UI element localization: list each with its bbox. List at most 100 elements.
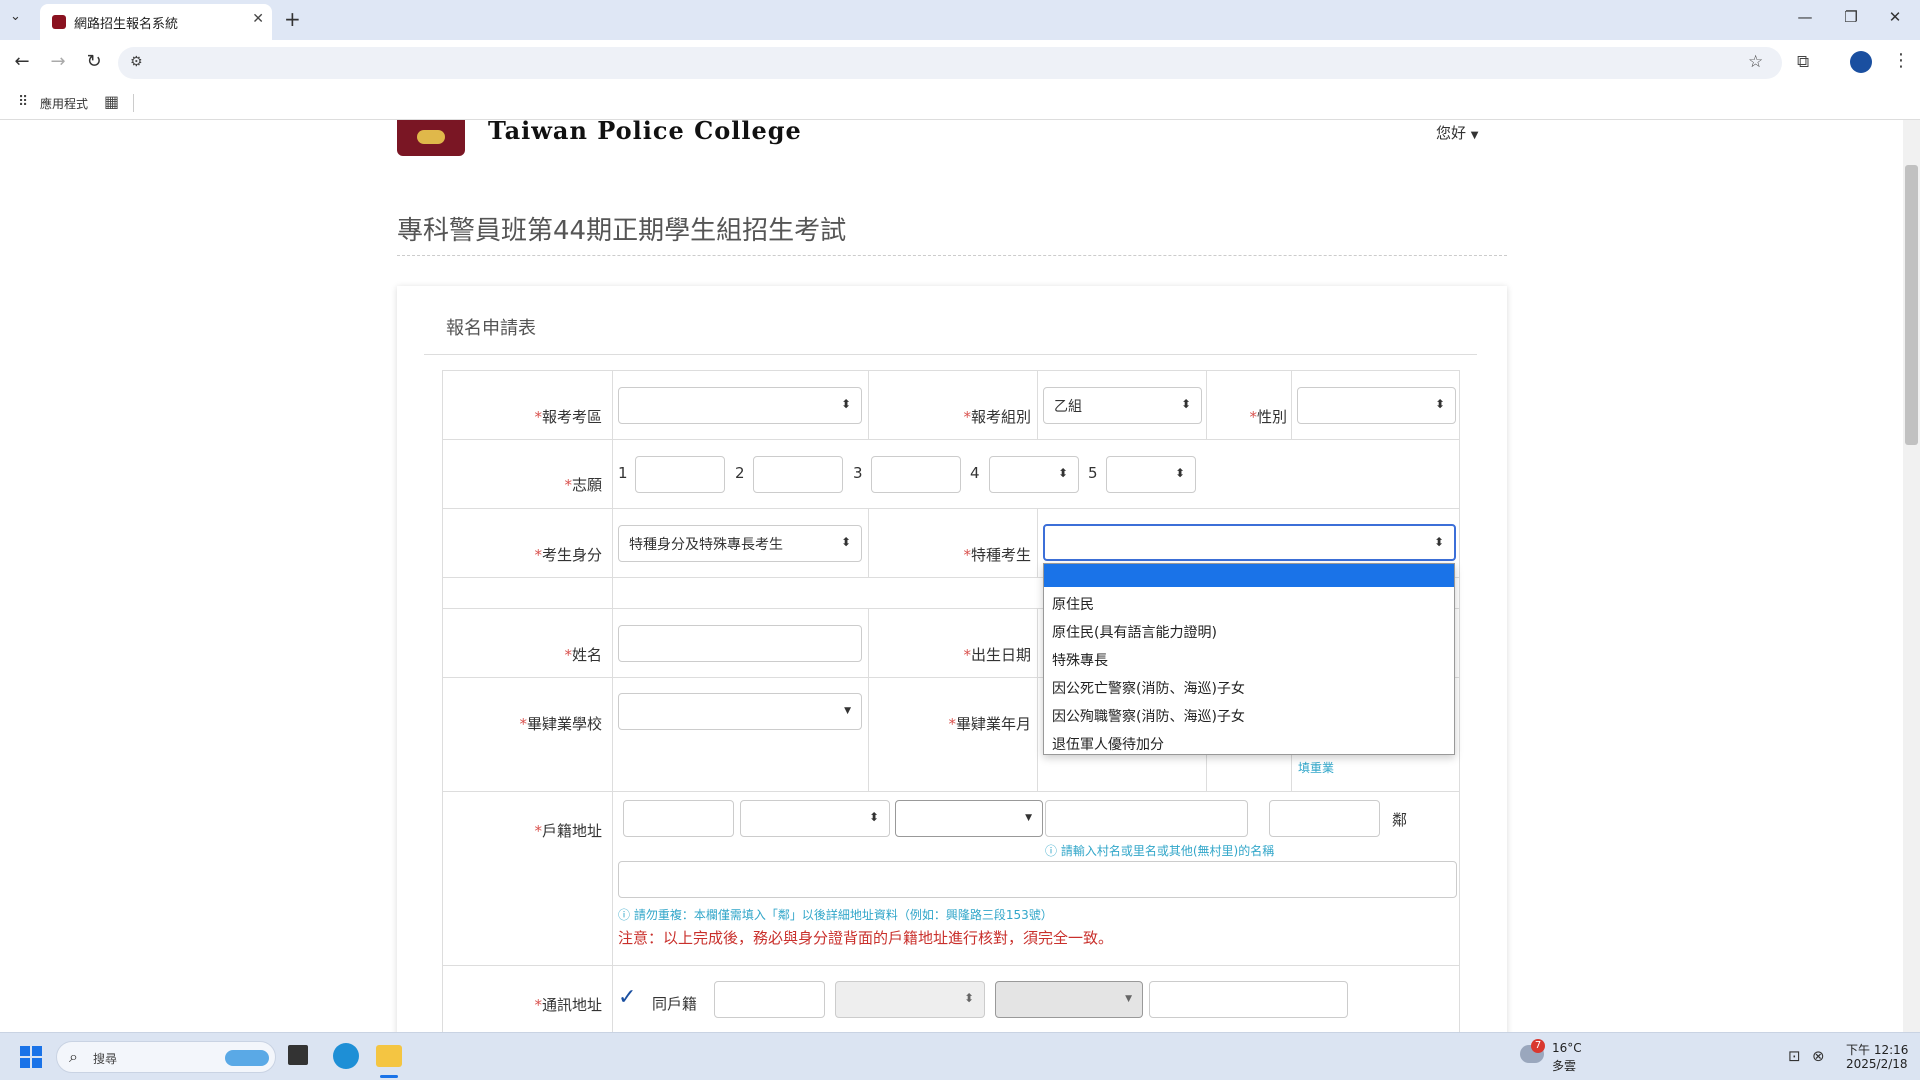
identity-select[interactable]: 特種身分及特殊專長考生 ⬍ — [618, 525, 862, 562]
zipcode-input[interactable] — [623, 800, 734, 837]
exam-area-select[interactable]: ⬍ — [618, 387, 862, 424]
same-household-checkbox[interactable]: ✓ — [618, 985, 636, 1010]
district-select[interactable]: ▼ — [895, 800, 1043, 837]
gender-label: *性別 — [1249, 408, 1287, 426]
reload-button[interactable]: ↻ — [82, 51, 106, 72]
grad-date-label: *畢肄業年月 — [948, 715, 1031, 733]
minimize-button[interactable]: — — [1790, 8, 1820, 26]
preference-number: 2 — [735, 464, 745, 482]
school-select[interactable]: ▼ — [618, 693, 862, 730]
dropdown-option[interactable]: 因公殉職警察(消防、海巡)子女 — [1052, 706, 1245, 726]
tab-close-icon[interactable]: ✕ — [252, 11, 264, 27]
preference-number: 4 — [970, 464, 980, 482]
dropdown-option[interactable]: 退伍軍人優待加分 — [1052, 734, 1164, 754]
weather-temp: 16°C — [1552, 1041, 1582, 1055]
preference-2-input[interactable] — [753, 456, 843, 493]
mailing-district-select[interactable]: ▼ — [995, 981, 1143, 1018]
grad-link[interactable]: 填重業 — [1298, 759, 1334, 776]
special-select[interactable]: ⬍ — [1043, 524, 1456, 561]
bookmarks-bar: ⠿ 應用程式 ▦ — [0, 86, 1920, 120]
select-arrows-icon: ⬍ — [963, 991, 974, 1005]
search-highlight-icon — [225, 1050, 269, 1066]
tab-search-chevron-icon[interactable]: ⌄ — [10, 9, 21, 24]
address-warning: 注意：以上完成後，務必與身分證背面的戶籍地址進行核對，須完全一致。 — [618, 929, 1114, 947]
identity-label: *考生身分 — [534, 546, 602, 564]
active-tab[interactable]: 網路招生報名系統 ✕ — [40, 4, 272, 40]
user-menu[interactable]: 您好 ▼ — [1436, 122, 1479, 143]
dropdown-option[interactable]: 因公死亡警察(消防、海巡)子女 — [1052, 678, 1245, 698]
apps-grid-icon[interactable]: ⠿ — [18, 94, 28, 110]
row-line — [443, 439, 1459, 440]
address-bar[interactable]: ⚙ ☆ — [118, 47, 1782, 79]
gender-select[interactable]: ⬍ — [1297, 387, 1456, 424]
mailing-zipcode-input[interactable] — [714, 981, 825, 1018]
preference-number: 3 — [853, 464, 863, 482]
col-line — [1037, 371, 1038, 439]
col-line — [868, 608, 869, 791]
dropdown-option[interactable]: 原住民 — [1052, 594, 1094, 614]
dropdown-option[interactable]: 原住民(具有語言能力證明) — [1052, 622, 1217, 642]
new-tab-button[interactable]: + — [284, 7, 301, 31]
caret-down-icon: ▼ — [1470, 130, 1479, 141]
windows-start-icon[interactable] — [20, 1046, 42, 1068]
neighborhood-input[interactable] — [1269, 800, 1380, 837]
neighborhood-suffix: 鄰 — [1392, 811, 1408, 829]
browser-menu-icon[interactable]: ⋮ — [1892, 50, 1910, 71]
edge-browser-icon[interactable] — [333, 1043, 359, 1069]
taskbar: ⌕ 搜尋 7 16°C 多雲 ⊡ ⊗ 下午 12:16 2025/2/18 — [0, 1032, 1920, 1080]
close-window-button[interactable]: ✕ — [1880, 8, 1910, 26]
taskbar-search-box[interactable]: ⌕ 搜尋 — [56, 1041, 276, 1073]
birth-label: *出生日期 — [963, 646, 1031, 664]
address-hint: ⓘ 請勿重複：本欄僅需填入「鄰」以後詳細地址資料（例如：興隆路三段153號） — [618, 908, 1053, 922]
site-info-icon[interactable]: ⚙ — [130, 54, 143, 70]
mailing-address-label: *通訊地址 — [534, 996, 602, 1014]
exam-group-select[interactable]: 乙組 ⬍ — [1043, 387, 1202, 424]
select-arrows-icon: ⬍ — [1057, 466, 1068, 480]
row-line — [443, 965, 1459, 966]
weather-desc: 多雲 — [1552, 1059, 1577, 1073]
dropdown-option[interactable]: 特殊專長 — [1052, 650, 1108, 670]
col-line — [1206, 371, 1207, 439]
scrollbar-thumb[interactable] — [1905, 165, 1918, 445]
preference-5-select[interactable]: ⬍ — [1106, 456, 1196, 493]
chevron-down-icon: ▼ — [1025, 813, 1032, 823]
select-arrows-icon: ⬍ — [1174, 466, 1185, 480]
detail-address-input[interactable] — [618, 861, 1457, 898]
apps-shortcut[interactable]: 應用程式 — [40, 95, 88, 112]
task-view-icon[interactable] — [288, 1045, 308, 1065]
profile-icon[interactable] — [1850, 51, 1872, 73]
file-explorer-icon[interactable] — [376, 1045, 402, 1067]
chevron-down-icon: ▼ — [1125, 994, 1132, 1004]
select-arrows-icon: ⬍ — [1434, 397, 1445, 411]
back-button[interactable]: ← — [10, 51, 34, 72]
college-logo — [397, 120, 465, 156]
restore-button[interactable]: ❐ — [1836, 8, 1866, 26]
col-line — [1037, 608, 1038, 791]
tab-groups-icon[interactable]: ▦ — [104, 92, 119, 111]
explorer-active-indicator — [380, 1075, 398, 1078]
exam-group-label: *報考組別 — [963, 408, 1031, 426]
village-input[interactable] — [1045, 800, 1248, 837]
logo-emblem-icon — [417, 130, 445, 144]
exam-area-label: *報考考區 — [534, 408, 602, 426]
forward-button[interactable]: → — [46, 51, 70, 72]
preference-4-select[interactable]: ⬍ — [989, 456, 1079, 493]
mailing-city-select[interactable]: ⬍ — [835, 981, 985, 1018]
weather-badge: 7 — [1531, 1039, 1545, 1053]
name-input[interactable] — [618, 625, 862, 662]
user-menu-label: 您好 — [1436, 124, 1467, 142]
select-arrows-icon: ⬍ — [840, 535, 851, 549]
clock-time[interactable]: 下午 12:16 — [1846, 1041, 1908, 1058]
bookmarks-divider — [133, 94, 134, 112]
page-title: 專科警員班第44期正期學生組招生考試 — [397, 216, 847, 246]
extensions-icon[interactable]: ⧉ — [1797, 52, 1809, 72]
mailing-village-input[interactable] — [1149, 981, 1348, 1018]
dropdown-option-highlighted[interactable] — [1044, 564, 1454, 587]
city-select[interactable]: ⬍ — [740, 800, 890, 837]
network-icon[interactable]: ⊡ — [1788, 1047, 1801, 1065]
volume-icon[interactable]: ⊗ — [1812, 1047, 1825, 1065]
preference-1-input[interactable] — [635, 456, 725, 493]
preference-3-input[interactable] — [871, 456, 961, 493]
bookmark-star-icon[interactable]: ☆ — [1748, 52, 1763, 72]
clock-date[interactable]: 2025/2/18 — [1846, 1057, 1908, 1071]
